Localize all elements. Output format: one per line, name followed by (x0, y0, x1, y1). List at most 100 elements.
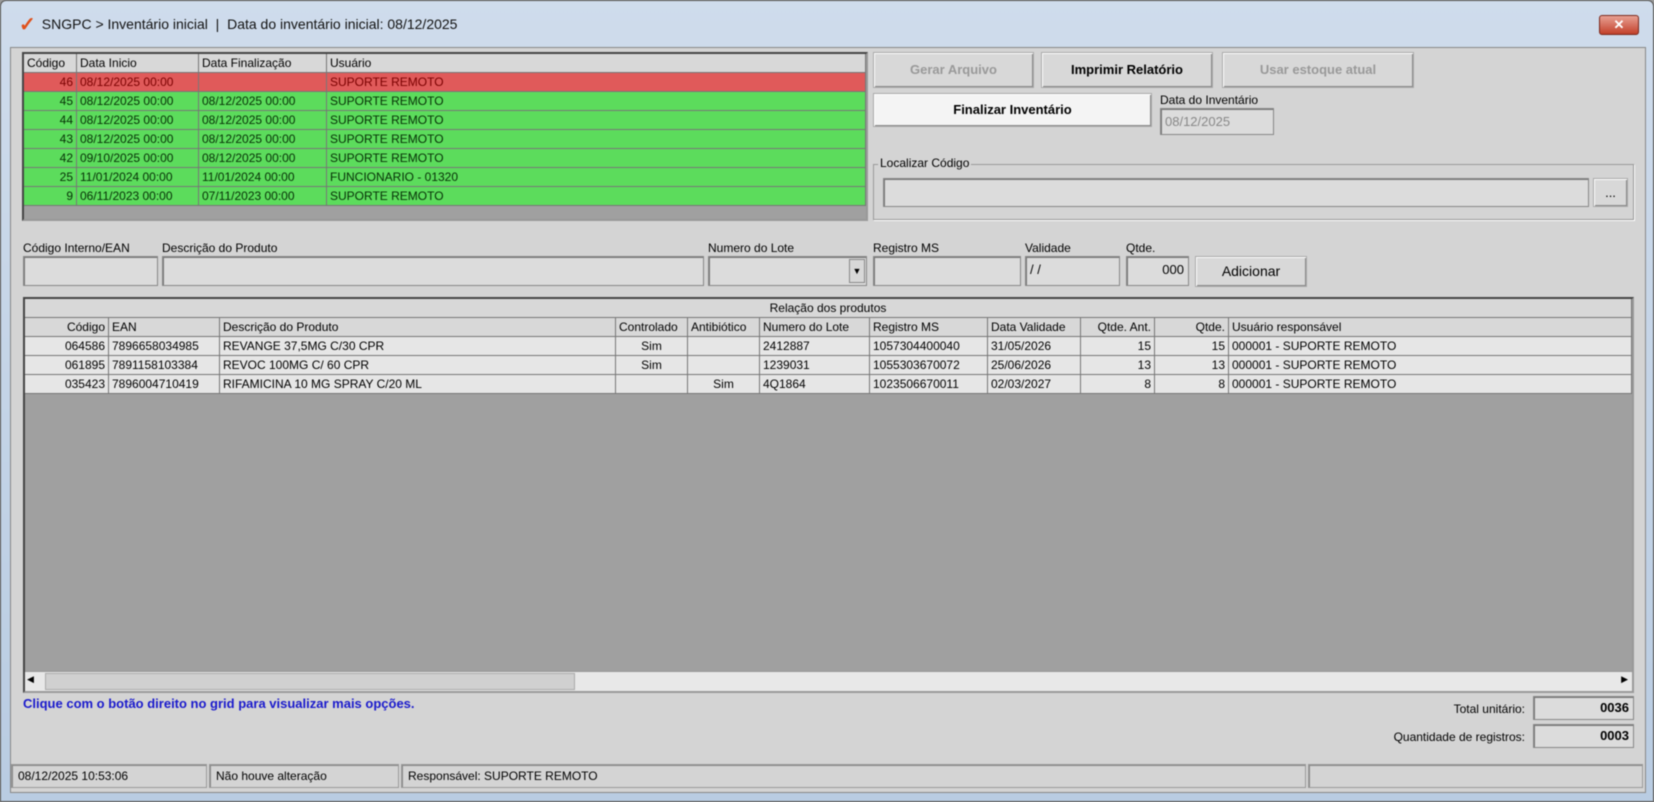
registro-ms-input[interactable] (873, 256, 1021, 286)
descricao-input[interactable] (162, 256, 704, 286)
product-row[interactable]: 064586 7896658034985 REVANGE 37,5MG C/30 C… (25, 337, 1632, 356)
product-cell: Sim (688, 375, 760, 394)
inventory-cell-fim: 08/12/2025 00:00 (199, 92, 327, 111)
column-header[interactable]: Data Finalização (199, 54, 327, 73)
product-cell (688, 356, 760, 375)
total-unitario-label: Total unitário: (1453, 702, 1525, 716)
product-cell: 1057304400040 (870, 337, 988, 356)
inventory-cell-inicio: 06/11/2023 00:00 (77, 187, 199, 206)
product-row[interactable]: 035423 7896004710419 RIFAMICINA 10 MG SPRA… (25, 375, 1632, 394)
product-cell: 7896004710419 (109, 375, 220, 394)
scrollbar-thumb[interactable] (45, 673, 575, 690)
inventory-grid-header: Código Data Inicio Data Finalização Usuá… (24, 54, 866, 73)
app-window: ✓ SNGPC > Inventário inicial | Data do i… (0, 0, 1654, 802)
products-grid-header: Código EAN Descrição do Produto Controlado A… (25, 318, 1632, 337)
localizar-browse-button[interactable]: ... (1593, 178, 1628, 207)
inventory-cell-codigo: 43 (24, 130, 77, 149)
inventory-cell-codigo: 44 (24, 111, 77, 130)
inventory-row[interactable]: 44 08/12/2025 00:00 08/12/2025 00:00 SUPORT… (24, 111, 866, 130)
product-cell: Sim (616, 337, 688, 356)
numero-lote-select[interactable] (708, 256, 867, 286)
inventory-row[interactable]: 42 09/10/2025 00:00 08/12/2025 00:00 SUPORT… (24, 149, 866, 168)
inventory-cell-fim: 07/11/2023 00:00 (199, 187, 327, 206)
product-cell: 000001 - SUPORTE REMOTO (1229, 356, 1632, 375)
product-cell: 8 (1155, 375, 1229, 394)
column-header[interactable]: EAN (109, 318, 220, 337)
inventory-cell-codigo: 25 (24, 168, 77, 187)
column-header[interactable]: Código (24, 54, 77, 73)
data-inventario-field[interactable]: 08/12/2025 (1160, 108, 1274, 135)
column-header[interactable]: Descrição do Produto (220, 318, 616, 337)
product-cell: Sim (616, 356, 688, 375)
validade-input[interactable]: / / (1025, 256, 1120, 286)
data-inventario-label: Data do Inventário (1160, 93, 1259, 107)
products-grid-title: Relação dos produtos (25, 299, 1632, 318)
codigo-ean-input[interactable] (23, 256, 158, 286)
inventory-cell-usuario: SUPORTE REMOTO (327, 149, 866, 168)
registro-ms-label: Registro MS (873, 241, 940, 255)
inventory-row[interactable]: 25 11/01/2024 00:00 11/01/2024 00:00 FUNCIO… (24, 168, 866, 187)
column-header[interactable]: Antibiótico (688, 318, 760, 337)
product-cell: 1239031 (760, 356, 870, 375)
qtde-input[interactable]: 000 (1126, 256, 1189, 286)
column-header[interactable]: Qtde. Ant. (1081, 318, 1155, 337)
inventory-cell-inicio: 09/10/2025 00:00 (77, 149, 199, 168)
product-cell: 1023506670011 (870, 375, 988, 394)
imprimir-relatorio-button[interactable]: Imprimir Relatório (1041, 52, 1213, 88)
inventory-cell-inicio: 08/12/2025 00:00 (77, 111, 199, 130)
column-header[interactable]: Usuário (327, 54, 866, 73)
inventory-cell-inicio: 11/01/2024 00:00 (77, 168, 199, 187)
product-cell: 7891158103384 (109, 356, 220, 375)
quantidade-registros-label: Quantidade de registros: (1393, 730, 1525, 744)
numero-lote-label: Numero do Lote (708, 241, 795, 255)
inventory-row[interactable]: 43 08/12/2025 00:00 08/12/2025 00:00 SUPORT… (24, 130, 866, 149)
close-button[interactable]: ✕ (1599, 15, 1639, 35)
column-header[interactable]: Data Validade (988, 318, 1081, 337)
product-cell: 2412887 (760, 337, 870, 356)
column-header[interactable]: Controlado (616, 318, 688, 337)
product-cell: 13 (1155, 356, 1229, 375)
product-row[interactable]: 061895 7891158103384 REVOC 100MG C/ 60 CPR… (25, 356, 1632, 375)
scroll-left-icon[interactable]: ◀ (27, 674, 34, 685)
total-unitario-field: 0036 (1533, 696, 1634, 720)
column-header[interactable]: Registro MS (870, 318, 988, 337)
product-cell (616, 375, 688, 394)
column-header[interactable]: Usuário responsável (1229, 318, 1632, 337)
scroll-right-icon[interactable]: ▶ (1621, 674, 1628, 685)
product-cell: 25/06/2026 (988, 356, 1081, 375)
column-header[interactable]: Código (25, 318, 109, 337)
status-changes: Não houve alteração (209, 764, 399, 788)
inventory-cell-usuario: SUPORTE REMOTO (327, 187, 866, 206)
localizar-codigo-input[interactable] (883, 178, 1589, 207)
product-cell: 7896658034985 (109, 337, 220, 356)
inventory-cell-codigo: 9 (24, 187, 77, 206)
status-bar: 08/12/2025 10:53:06 Não houve alteração … (11, 764, 1645, 788)
gerar-arquivo-button[interactable]: Gerar Arquivo (873, 52, 1034, 88)
chevron-down-icon[interactable]: ▼ (849, 259, 865, 283)
inventory-cell-codigo: 46 (24, 73, 77, 92)
inventory-cell-usuario: SUPORTE REMOTO (327, 111, 866, 130)
inventory-row[interactable]: 45 08/12/2025 00:00 08/12/2025 00:00 SUPORT… (24, 92, 866, 111)
inventory-cell-fim: 08/12/2025 00:00 (199, 111, 327, 130)
finalizar-inventario-button[interactable]: Finalizar Inventário (873, 93, 1152, 127)
app-logo-icon: ✓ (19, 13, 36, 36)
inventory-row[interactable]: 46 08/12/2025 00:00 SUPORTE REMOTO (24, 73, 866, 92)
product-cell: REVOC 100MG C/ 60 CPR (220, 356, 616, 375)
column-header[interactable]: Qtde. (1155, 318, 1229, 337)
horizontal-scrollbar[interactable]: ◀ ▶ (25, 671, 1632, 691)
column-header[interactable]: Data Inicio (77, 54, 199, 73)
usar-estoque-atual-button[interactable]: Usar estoque atual (1222, 52, 1414, 88)
product-cell (688, 337, 760, 356)
inventory-row[interactable]: 9 06/11/2023 00:00 07/11/2023 00:00 SUPORTE… (24, 187, 866, 206)
codigo-ean-label: Código Interno/EAN (23, 241, 130, 255)
product-cell: 15 (1081, 337, 1155, 356)
adicionar-button[interactable]: Adicionar (1195, 256, 1307, 287)
column-header[interactable]: Numero do Lote (760, 318, 870, 337)
inventory-grid[interactable]: Código Data Inicio Data Finalização Usuá… (22, 52, 868, 221)
client-area: Código Data Inicio Data Finalização Usuá… (10, 47, 1646, 793)
products-grid[interactable]: Relação dos produtos Código EAN Descrição … (23, 297, 1634, 693)
status-responsavel: Responsável: SUPORTE REMOTO (401, 764, 1306, 788)
localizar-codigo-label: Localizar Código (878, 156, 972, 170)
inventory-cell-codigo: 42 (24, 149, 77, 168)
inventory-cell-usuario: SUPORTE REMOTO (327, 130, 866, 149)
